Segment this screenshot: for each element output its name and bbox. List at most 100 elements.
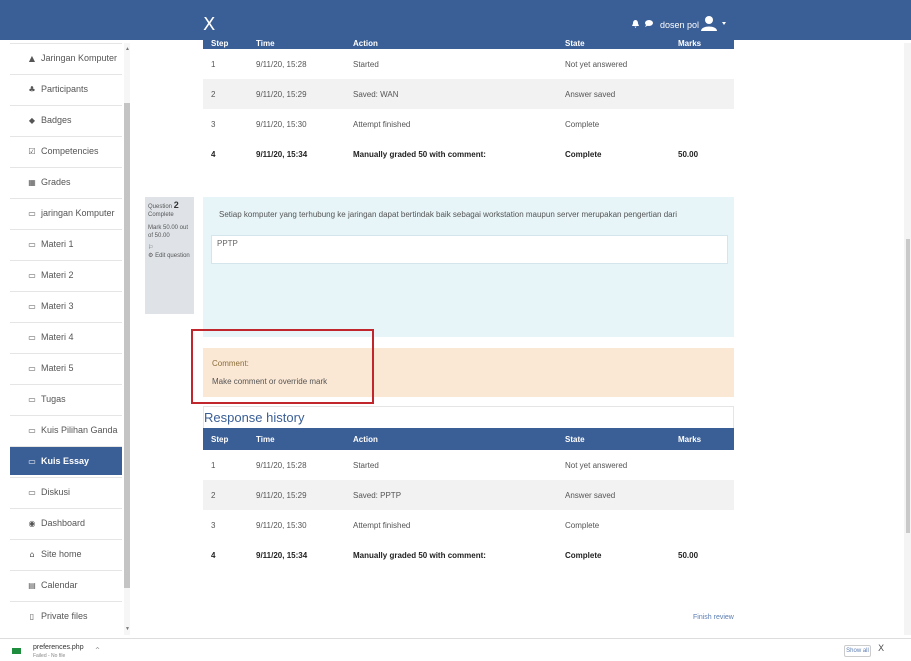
download-filename[interactable]: preferences.php xyxy=(33,644,84,651)
highlight-rectangle xyxy=(191,329,374,404)
response-history-section: Response history xyxy=(203,406,734,428)
table-cell xyxy=(670,480,734,510)
download-status: Failed - No file xyxy=(33,653,66,659)
sidebar-item[interactable]: ▤ Calendar xyxy=(10,570,122,599)
close-download-bar-button[interactable]: X xyxy=(878,644,884,654)
sidebar-item[interactable]: ▭ Materi 1 xyxy=(10,229,122,258)
table-cell: 4 xyxy=(211,550,216,560)
folder-icon: ▭ xyxy=(28,301,36,311)
folder-icon: ▭ xyxy=(28,394,36,404)
table-row: 1 9/11/20, 15:28 Started Not yet answered xyxy=(203,49,734,79)
sidebar-item[interactable]: ▭ Materi 2 xyxy=(10,260,122,289)
sidebar-item[interactable]: ▭ Materi 5 xyxy=(10,353,122,382)
folder-icon: ▭ xyxy=(28,363,36,373)
flag-icon[interactable]: ⚐ xyxy=(148,244,191,252)
table-cell: 9/11/20, 15:29 xyxy=(248,480,345,510)
header-action: Action xyxy=(345,37,557,49)
table-cell: 2 xyxy=(203,79,248,109)
header-action: Action xyxy=(345,428,557,450)
header-step: Step xyxy=(203,37,248,49)
table-cell: 3 xyxy=(211,520,216,530)
bell-icon[interactable] xyxy=(632,20,639,28)
sidebar-item[interactable]: ▭ Materi 3 xyxy=(10,291,122,320)
sidebar-item[interactable]: ☑ Competencies xyxy=(10,136,122,165)
sidebar-item[interactable]: ▦ Grades xyxy=(10,167,122,196)
sidebar-item-label: Tugas xyxy=(41,394,66,404)
finish-review-link[interactable]: Finish review xyxy=(693,614,734,621)
close-drawer-button[interactable]: X xyxy=(203,16,215,34)
scroll-up-arrow-icon[interactable]: ▲ xyxy=(125,46,130,52)
edit-question-link[interactable]: ⚙ Edit question xyxy=(148,252,191,260)
folder-icon: ▭ xyxy=(28,208,36,218)
header-marks: Marks xyxy=(670,428,734,450)
shield-icon: ◆ xyxy=(28,115,36,125)
sidebar-item[interactable]: ▭ Kuis Essay xyxy=(10,446,122,475)
folder-icon: ▭ xyxy=(28,270,36,280)
sidebar-item[interactable]: ♣ Participants xyxy=(10,74,122,103)
table-cell: 4 xyxy=(211,149,216,159)
sidebar-item-label: Materi 3 xyxy=(41,301,74,311)
sidebar-item[interactable]: ▭ jaringan Komputer xyxy=(10,198,122,227)
folder-icon: ▭ xyxy=(28,425,36,435)
table-row: 4 9/11/20, 15:34 Manually graded 50 with c… xyxy=(203,540,734,570)
sidebar-item[interactable]: ▭ Kuis Pilihan Ganda xyxy=(10,415,122,444)
chat-icon[interactable] xyxy=(645,20,653,27)
sidebar-item-label: jaringan Komputer xyxy=(41,208,115,218)
caret-down-icon[interactable] xyxy=(722,22,726,25)
checkbox-icon: ☑ xyxy=(28,146,36,156)
table-cell xyxy=(670,49,734,79)
download-bar: preferences.php Failed - No file ^ Show … xyxy=(0,638,911,661)
sidebar-item[interactable]: ▭ Tugas xyxy=(10,384,122,413)
sidebar-item-label: Materi 4 xyxy=(41,332,74,342)
table-cell xyxy=(670,79,734,109)
sidebar-item[interactable]: ▭ Diskusi xyxy=(10,477,122,506)
show-all-button[interactable]: Show all xyxy=(844,645,871,657)
header-state: State xyxy=(557,428,670,450)
table-cell: 9/11/20, 15:30 xyxy=(256,119,307,129)
sidebar-item-label: Kuis Essay xyxy=(41,456,90,466)
table-cell: 9/11/20, 15:30 xyxy=(256,520,307,530)
sidebar-item[interactable]: ◆ Badges xyxy=(10,105,122,134)
question-content: Setiap komputer yang terhubung ke jaring… xyxy=(203,197,734,337)
sidebar-item[interactable]: ▲ Jaringan Komputer xyxy=(10,43,122,72)
sidebar-item[interactable]: ⌂ Site home xyxy=(10,539,122,568)
sidebar-item-label: Kuis Pilihan Ganda xyxy=(41,425,118,435)
table-header-row: Step Time Action State Marks xyxy=(203,428,734,450)
sidebar-scrollbar[interactable]: ▲ ▼ xyxy=(124,43,130,635)
graduation-cap-icon: ▲ xyxy=(28,53,36,63)
top-navbar: X dosen pol xyxy=(0,0,911,40)
response-history-title: Response history xyxy=(204,410,305,425)
scrollbar-thumb[interactable] xyxy=(124,103,130,588)
sidebar-item-label: Materi 2 xyxy=(41,270,74,280)
sidebar-item-label: Competencies xyxy=(41,146,99,156)
top-history-table: Step Time Action State Marks 1 9/11/20, 1… xyxy=(203,37,734,169)
file-icon xyxy=(12,648,21,654)
table-cell: 9/11/20, 15:34 xyxy=(256,149,308,159)
sidebar-item[interactable]: ▯ Private files xyxy=(10,601,122,630)
folder-icon: ▭ xyxy=(28,239,36,249)
sidebar-item-label: Diskusi xyxy=(41,487,71,497)
file-icon: ▯ xyxy=(29,611,35,621)
sidebar-item[interactable]: ▭ Materi 4 xyxy=(10,322,122,351)
chevron-up-icon[interactable]: ^ xyxy=(95,647,100,654)
table-row: 1 9/11/20, 15:28 Started Not yet answered xyxy=(203,450,734,480)
sidebar-item-label: Materi 5 xyxy=(41,363,74,373)
header-marks: Marks xyxy=(670,37,734,49)
page-scrollbar[interactable] xyxy=(904,43,911,635)
header-state: State xyxy=(557,37,670,49)
table-row: 3 9/11/20, 15:30 Attempt finished Complete xyxy=(203,109,734,139)
table-cell xyxy=(670,450,734,480)
sidebar-item[interactable]: ◉ Dashboard xyxy=(10,508,122,537)
table-row: 4 9/11/20, 15:34 Manually graded 50 with c… xyxy=(203,139,734,169)
header-time: Time xyxy=(248,428,345,450)
course-sidebar: ▲ Jaringan Komputer ♣ Participants ◆ Badges ☑ C… xyxy=(10,43,122,635)
user-name[interactable]: dosen pol xyxy=(660,20,699,30)
scrollbar-thumb[interactable] xyxy=(906,239,910,533)
table-cell: Not yet answered xyxy=(565,460,628,470)
user-avatar-icon[interactable] xyxy=(701,15,717,31)
table-cell: Attempt finished xyxy=(353,520,411,530)
table-cell: Manually graded 50 with comment: xyxy=(353,550,486,560)
scroll-down-arrow-icon[interactable]: ▼ xyxy=(125,626,130,632)
folder-icon: ▭ xyxy=(28,487,36,497)
table-row: 2 9/11/20, 15:29 Saved: PPTP Answer saved xyxy=(203,480,734,510)
